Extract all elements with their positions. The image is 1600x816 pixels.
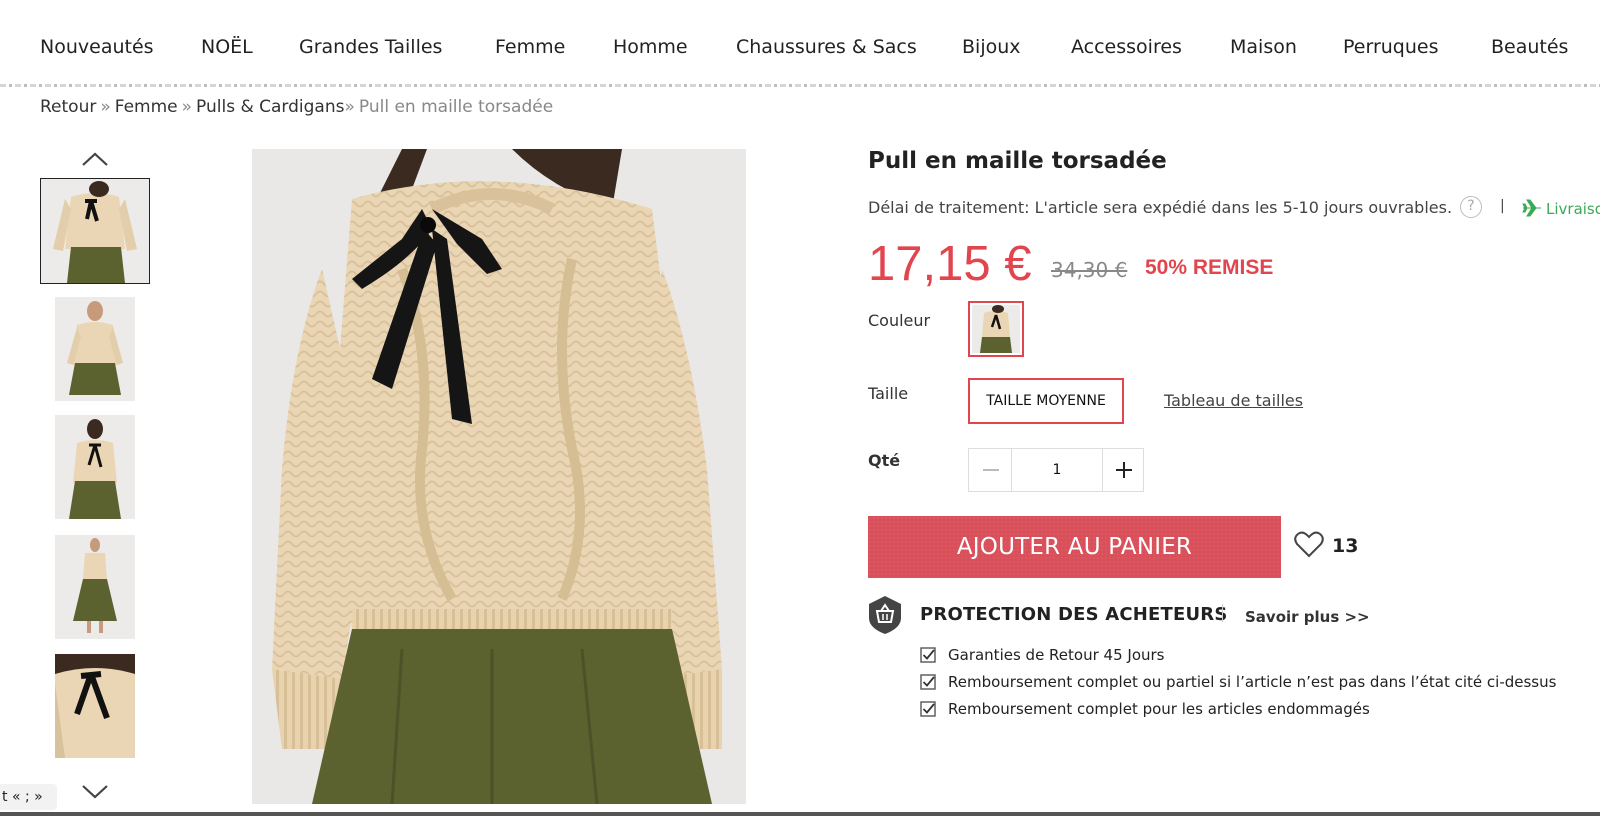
guarantee-item: Remboursement complet ou partiel si l’ar… <box>920 673 1556 700</box>
thumbnail-5[interactable] <box>55 654 135 758</box>
shield-basket-icon <box>869 596 901 634</box>
nav-item-perruques[interactable]: Perruques <box>1343 36 1439 58</box>
guarantee-text: Remboursement complet pour les articles … <box>948 700 1370 718</box>
color-label: Couleur <box>868 311 931 330</box>
guarantee-text: Remboursement complet ou partiel si l’ar… <box>948 673 1557 691</box>
guarantee-list: Garanties de Retour 45 Jours Rembourseme… <box>920 646 1556 727</box>
breadcrumb-current: Pull en maille torsadée <box>358 97 554 117</box>
buyer-protection-title: PROTECTION DES ACHETEURS <box>920 604 1228 625</box>
size-chart-link[interactable]: Tableau de tailles <box>1164 391 1303 410</box>
main-nav: Nouveautés NOËL Grandes Tailles Femme Ho… <box>0 0 1600 87</box>
chevron-down-icon[interactable] <box>80 782 110 802</box>
guarantee-item: Remboursement complet pour les articles … <box>920 700 1556 727</box>
thumbnail-2[interactable] <box>55 297 135 401</box>
nav-item-bijoux[interactable]: Bijoux <box>962 36 1021 58</box>
language-quote-pill[interactable]: t « ; » <box>0 784 57 810</box>
nav-divider <box>0 84 1600 87</box>
thumbnail-1[interactable] <box>40 178 150 284</box>
processing-time: Délai de traitement: L'article sera expé… <box>868 198 1453 217</box>
checkbox-checked-icon <box>920 674 936 690</box>
quantity-increase-button[interactable] <box>1102 449 1144 491</box>
checkbox-checked-icon <box>920 647 936 663</box>
color-swatch[interactable] <box>968 301 1024 357</box>
nav-item-accessoires[interactable]: Accessoires <box>1071 36 1182 58</box>
separator <box>1222 604 1223 622</box>
breadcrumb: Retour» Femme» Pulls & Cardigans» Pull en m… <box>40 97 553 117</box>
product-details: Pull en maille torsadée Délai de traitem… <box>868 148 1600 748</box>
nav-item-homme[interactable]: Homme <box>613 36 688 58</box>
thumbnail-4[interactable] <box>55 535 135 639</box>
nav-item-maison[interactable]: Maison <box>1230 36 1297 58</box>
quantity-decrease-button[interactable] <box>969 449 1012 491</box>
breadcrumb-separator: » <box>181 97 193 117</box>
product-title: Pull en maille torsadée <box>868 148 1167 174</box>
separator: | <box>1500 198 1505 214</box>
size-label: Taille <box>868 384 909 403</box>
discount-badge: 50% REMISE <box>1145 256 1274 279</box>
nav-item-chaussures-sacs[interactable]: Chaussures & Sacs <box>736 36 917 58</box>
shipping-link[interactable]: Livraison <box>1546 200 1600 218</box>
nav-item-grandes-tailles[interactable]: Grandes Tailles <box>299 36 442 58</box>
nav-item-beautes[interactable]: Beautés <box>1491 36 1568 58</box>
breadcrumb-link-pulls-cardigans[interactable]: Pulls & Cardigans <box>196 97 344 117</box>
nav-list: Nouveautés NOËL Grandes Tailles Femme Ho… <box>0 36 1600 62</box>
thumbnail-3[interactable] <box>55 415 135 519</box>
thumbnail-gallery <box>40 145 150 810</box>
quantity-input[interactable] <box>1012 449 1102 491</box>
breadcrumb-link-femme[interactable]: Femme <box>115 97 178 117</box>
nav-item-nouveautes[interactable]: Nouveautés <box>40 36 154 58</box>
chevron-up-icon[interactable] <box>80 149 110 169</box>
original-price: 34,30 € <box>1051 258 1128 282</box>
bottom-scrollbar <box>0 812 1600 816</box>
favorite-count: 13 <box>1332 535 1359 557</box>
nav-item-femme[interactable]: Femme <box>495 36 565 58</box>
breadcrumb-separator: » <box>344 97 355 117</box>
nav-item-noel[interactable]: NOËL <box>201 36 253 58</box>
checkbox-checked-icon <box>920 701 936 717</box>
quantity-stepper <box>968 448 1144 492</box>
breadcrumb-separator: » <box>100 97 111 117</box>
learn-more-link[interactable]: Savoir plus >> <box>1245 608 1370 626</box>
quantity-label: Qté <box>868 451 901 470</box>
help-icon[interactable]: ? <box>1460 196 1482 218</box>
current-price: 17,15 € <box>868 237 1032 291</box>
size-option-medium[interactable]: TAILLE MOYENNE <box>968 378 1124 424</box>
add-to-cart-button[interactable]: AJOUTER AU PANIER <box>868 516 1281 578</box>
product-main-image <box>252 149 746 804</box>
plane-icon <box>1522 199 1541 217</box>
guarantee-item: Garanties de Retour 45 Jours <box>920 646 1556 673</box>
breadcrumb-link-retour[interactable]: Retour <box>40 97 96 117</box>
guarantee-text: Garanties de Retour 45 Jours <box>948 646 1165 664</box>
heart-icon[interactable] <box>1294 530 1324 558</box>
